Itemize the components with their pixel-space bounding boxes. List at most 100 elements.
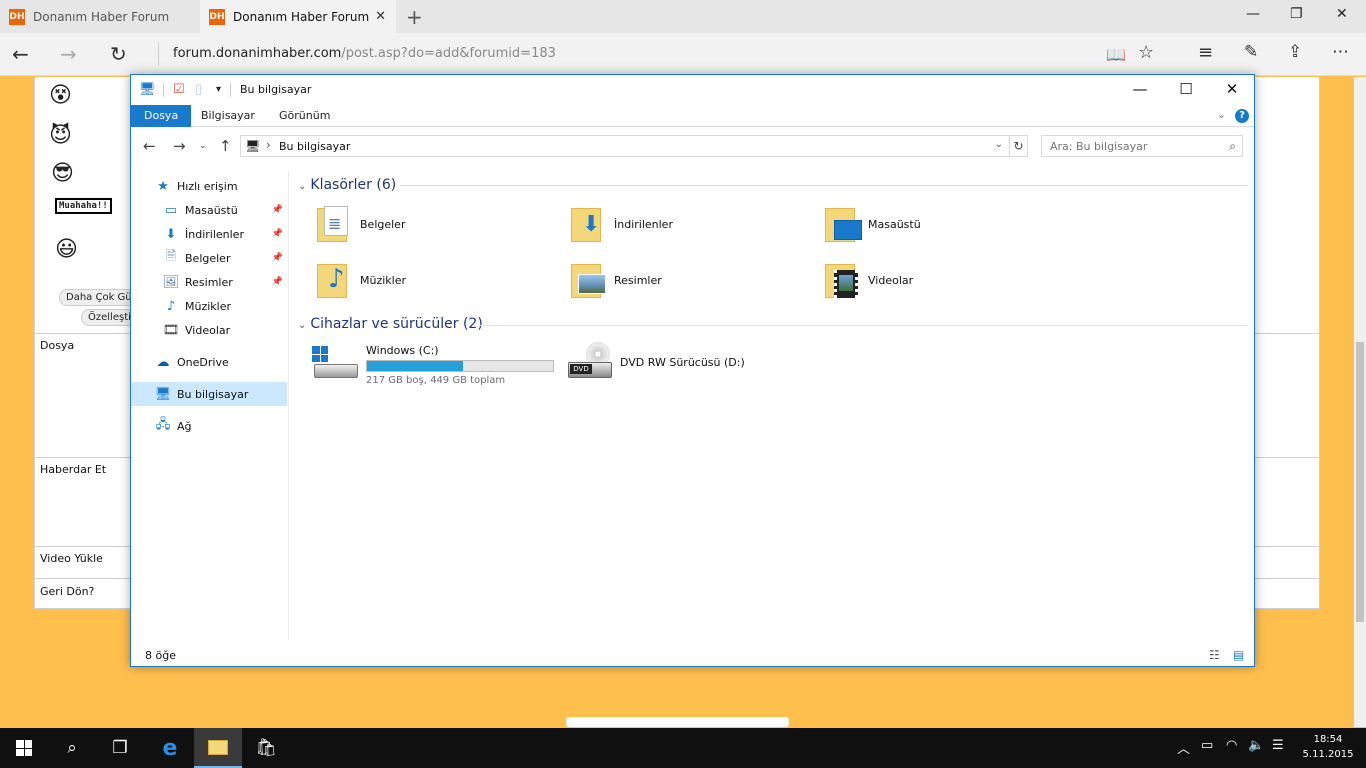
collapse-chevron-icon[interactable]: ⌄ xyxy=(298,181,306,192)
nav-quick-access[interactable]: ★ Hızlı erişim xyxy=(131,174,287,198)
tab-file[interactable]: Dosya xyxy=(131,105,192,127)
back-arrow-icon[interactable]: ← xyxy=(143,137,156,155)
nav-desktop[interactable]: ▭ Masaüstü 📌 xyxy=(131,198,287,222)
refresh-icon[interactable]: ↻ xyxy=(110,42,127,66)
close-icon[interactable]: ✕ xyxy=(1209,80,1255,98)
customize-quick-access-icon[interactable]: ▾ xyxy=(216,84,221,95)
path-dropdown-icon[interactable]: ⌄ xyxy=(995,139,1003,150)
forward-arrow-icon[interactable]: → xyxy=(60,42,77,66)
help-icon[interactable]: ? xyxy=(1235,109,1249,123)
viking-smiley-icon[interactable]: 😃 xyxy=(55,237,78,262)
pin-icon[interactable]: 📌 xyxy=(272,229,283,239)
properties-icon[interactable]: ☑ xyxy=(173,82,185,97)
muahaha-smiley[interactable]: Muahaha!! xyxy=(55,198,112,214)
browser-tab-2[interactable]: DH Donanım Haber Forum ✕ xyxy=(200,0,396,33)
item-count: 8 öğe xyxy=(145,649,176,662)
share-icon[interactable]: ⇪ xyxy=(1288,42,1302,62)
network-icon: 🖧 xyxy=(155,417,171,432)
pin-icon[interactable]: 📌 xyxy=(272,253,283,263)
wifi-icon[interactable]: ◠ xyxy=(1226,738,1237,753)
new-folder-icon[interactable]: ▯ xyxy=(195,82,202,97)
nav-documents[interactable]: 🗎 Belgeler 📌 xyxy=(131,246,287,270)
more-icon[interactable]: ⋯ xyxy=(1332,42,1349,62)
nav-onedrive[interactable]: ☁ OneDrive xyxy=(131,350,287,374)
nav-videos[interactable]: 🎞 Videolar xyxy=(131,318,287,342)
restore-icon[interactable]: ❐ xyxy=(1290,6,1303,22)
tab-computer[interactable]: Bilgisayar xyxy=(188,105,268,127)
file-explorer-icon[interactable] xyxy=(194,728,242,768)
search-input[interactable] xyxy=(1042,136,1212,156)
clock[interactable]: 18:54 5.11.2015 xyxy=(1296,732,1360,762)
refresh-icon[interactable]: ↻ xyxy=(1009,135,1028,157)
minimize-icon[interactable]: — xyxy=(1117,80,1163,98)
edge-browser-icon[interactable]: e xyxy=(146,728,194,768)
drive-d[interactable]: DVD DVD RW Sürücüsü (D:) xyxy=(566,342,745,392)
task-view-icon[interactable]: ❐ xyxy=(96,728,144,768)
smiley-icon[interactable]: 😎 xyxy=(51,161,74,186)
nav-label: Resimler xyxy=(185,275,233,289)
tab-view[interactable]: Görünüm xyxy=(266,105,343,127)
nav-pictures[interactable]: 🖼 Resimler 📌 xyxy=(131,270,287,294)
forward-arrow-icon[interactable]: → xyxy=(173,137,186,155)
folder-label: Resimler xyxy=(614,273,662,287)
volume-icon[interactable]: 🔈 xyxy=(1248,738,1264,753)
address-bar[interactable]: forum.donanimhaber.com/post.asp?do=add&f… xyxy=(158,42,1058,66)
more-smileys-button[interactable]: Daha Çok Gü xyxy=(59,289,139,306)
downloads-folder-icon: ⬇ xyxy=(568,204,612,244)
pin-icon[interactable]: 📌 xyxy=(272,205,283,215)
reading-view-icon[interactable]: 📖 xyxy=(1106,45,1126,64)
desktop-icon: ▭ xyxy=(164,202,178,218)
devil-smiley-icon[interactable]: 😈 xyxy=(49,123,72,148)
hub-icon[interactable]: ≡ xyxy=(1198,42,1213,63)
smiley-icon[interactable]: 😵 xyxy=(49,83,72,108)
nav-label: Belgeler xyxy=(185,251,231,265)
drive-c[interactable]: Windows (C:) 217 GB boş, 449 GB toplam xyxy=(312,342,554,392)
start-windows-icon[interactable] xyxy=(0,728,48,768)
battery-icon[interactable]: ▭ xyxy=(1201,738,1213,753)
new-tab-icon[interactable]: + xyxy=(406,5,423,29)
favorite-star-icon[interactable]: ☆ xyxy=(1138,42,1154,63)
folder-music[interactable]: ♪ Müzikler xyxy=(314,256,544,304)
nav-label: Müzikler xyxy=(185,299,232,313)
details-view-icon[interactable]: ☷ xyxy=(1209,648,1220,662)
search-icon[interactable]: ⌕ xyxy=(1229,139,1236,154)
folder-pictures[interactable]: Resimler xyxy=(568,256,798,304)
page-scrollbar[interactable] xyxy=(1354,77,1366,727)
notifications-icon[interactable]: ☰ xyxy=(1272,738,1284,753)
store-icon[interactable]: 🛍 xyxy=(242,728,290,768)
folders-group-header[interactable]: ⌄ Klasörler (6) xyxy=(298,177,396,193)
folder-videos[interactable]: Videolar xyxy=(822,256,1052,304)
folder-downloads[interactable]: ⬇ İndirilenler xyxy=(568,200,798,248)
computer-icon: 🖥 xyxy=(139,82,156,97)
nav-downloads[interactable]: ⬇ İndirilenler 📌 xyxy=(131,222,287,246)
large-icons-view-icon[interactable]: ▤ xyxy=(1233,648,1244,662)
pin-icon[interactable]: 📌 xyxy=(272,277,283,287)
close-tab-icon[interactable]: ✕ xyxy=(375,9,386,24)
folder-documents[interactable]: ≣ Belgeler xyxy=(314,200,544,248)
scrollbar-thumb[interactable] xyxy=(1356,342,1364,622)
path-bar[interactable]: 🖥 › Bu bilgisayar ⌄ xyxy=(240,135,1028,157)
browser-tab-1[interactable]: DH Donanım Haber Forum xyxy=(0,0,196,33)
up-arrow-icon[interactable]: ↑ xyxy=(219,137,232,155)
nav-music[interactable]: ♪ Müzikler xyxy=(131,294,287,318)
collapse-chevron-icon[interactable]: ⌄ xyxy=(298,320,306,331)
nav-this-pc[interactable]: 🖥 Bu bilgisayar xyxy=(131,382,287,406)
recent-locations-icon[interactable]: ⌄ xyxy=(199,141,207,151)
group-divider xyxy=(480,325,1248,326)
close-window-icon[interactable]: ✕ xyxy=(1336,6,1348,22)
search-icon[interactable]: ⌕ xyxy=(48,728,96,768)
folder-desktop[interactable]: Masaüstü xyxy=(822,200,1052,248)
minimize-icon[interactable]: — xyxy=(1246,6,1260,22)
nav-network[interactable]: 🖧 Ağ xyxy=(131,414,287,438)
drive-info: Windows (C:) 217 GB boş, 449 GB toplam xyxy=(366,342,554,386)
breadcrumb[interactable]: Bu bilgisayar xyxy=(279,140,350,153)
expand-ribbon-icon[interactable]: ⌄ xyxy=(1217,108,1226,121)
maximize-icon[interactable]: ☐ xyxy=(1163,80,1209,98)
devices-group-header[interactable]: ⌄ Cihazlar ve sürücüler (2) xyxy=(298,316,483,332)
show-hidden-icons-icon[interactable]: ︿ xyxy=(1177,738,1190,757)
web-note-icon[interactable]: ✎ xyxy=(1244,42,1258,62)
explorer-nav-row: ← → ⌄ ↑ 🖥 › Bu bilgisayar ⌄ ↻ ⌕ xyxy=(131,133,1254,161)
folder-label: Videolar xyxy=(868,273,914,287)
back-arrow-icon[interactable]: ← xyxy=(12,42,29,66)
breadcrumb-separator-icon[interactable]: › xyxy=(266,138,271,152)
